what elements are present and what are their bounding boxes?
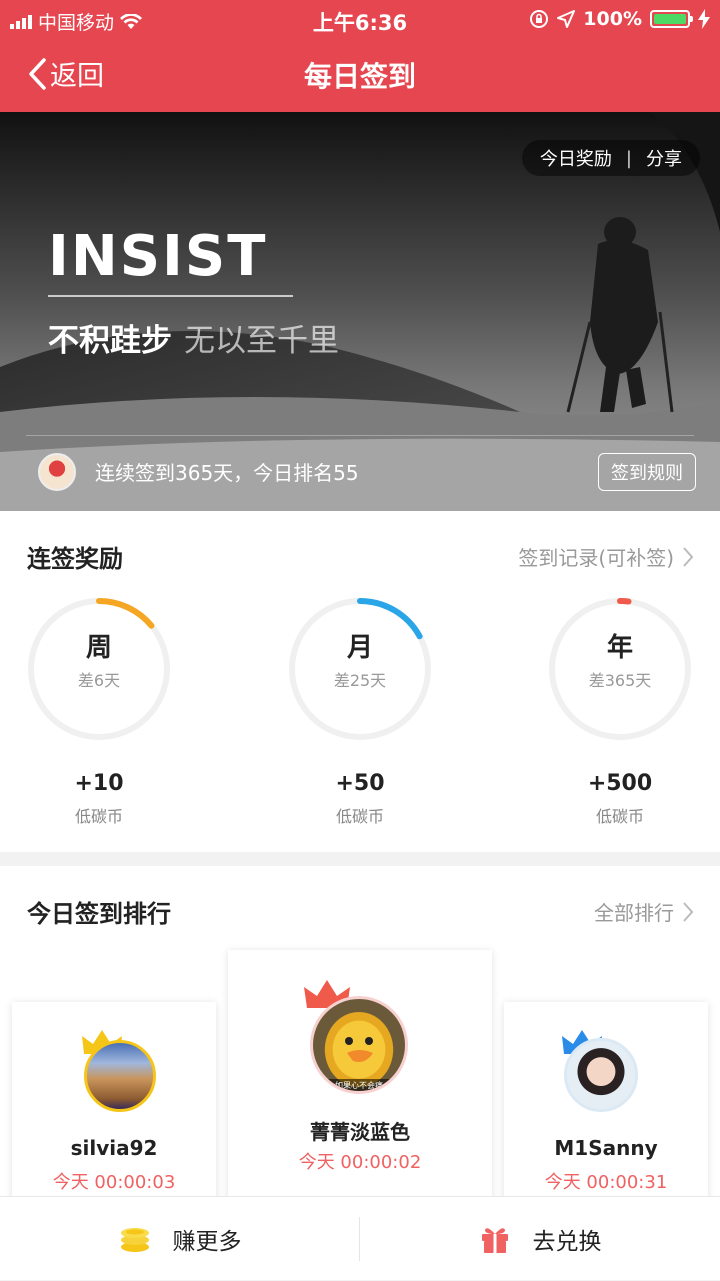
section-title-rewards: 连签奖励 [27, 545, 123, 573]
ring-period: 周 [85, 633, 112, 663]
reward-unit-week: 低碳币 [74, 807, 123, 826]
ring-remaining: 差25天 [333, 671, 387, 690]
chevron-right-icon [683, 546, 694, 567]
streak-rewards-card: 连签奖励 签到记录(可补签) 周 差6天 +10 低碳币 月 差25天 +50 … [0, 511, 720, 852]
rank-user-name: 菁菁淡蓝色 [310, 1120, 410, 1144]
rank-card-second[interactable]: silvia92 今天 00:00:03 [12, 1002, 216, 1202]
banner-headline: INSIST [48, 224, 268, 289]
coins-icon [120, 1228, 149, 1252]
avatar[interactable] [38, 453, 76, 491]
avatar-duck-illustration: 如果心不会痛 [313, 1037, 405, 1091]
reward-unit-year: 低碳币 [595, 807, 644, 826]
avatar-caption: 如果心不会痛 [335, 1080, 383, 1090]
daily-ranking-card: 今日签到排行 全部排行 silvia92 今天 00:00:03 M1Sanny… [0, 866, 720, 1202]
reward-amount-month: +50 [335, 771, 385, 796]
reward-ring-month[interactable]: 月 差25天 [286, 595, 434, 743]
rank-checkin-time: 今天 00:00:02 [298, 1152, 422, 1173]
rank-card-third[interactable]: M1Sanny 今天 00:00:31 [504, 1002, 708, 1202]
reward-amount-year: +500 [587, 771, 653, 796]
ring-period: 年 [606, 633, 633, 663]
avatar: 如果心不会痛 [310, 996, 408, 1094]
reward-unit-month: 低碳币 [335, 807, 384, 826]
rank-card-first[interactable]: 如果心不会痛 菁菁淡蓝色 今天 00:00:02 [228, 950, 492, 1202]
today-reward-link[interactable]: 今日奖励 [540, 145, 612, 171]
chevron-right-icon [683, 901, 694, 922]
page-title: 每日签到 [303, 60, 416, 93]
rank-user-name: M1Sanny [554, 1136, 658, 1160]
checkin-record-label: 签到记录(可补签) [518, 546, 674, 570]
checkin-record-link[interactable]: 签到记录(可补签) [518, 542, 694, 571]
nav-bar: 返回 每日签到 [0, 40, 720, 112]
rotation-lock-icon [530, 10, 549, 28]
motto-part-2: 无以至千里 [184, 323, 339, 359]
status-bar: 中国移动 上午6:36 100% [0, 0, 720, 40]
battery-percent: 100% [583, 8, 642, 30]
battery-icon [650, 10, 693, 28]
hero-banner: 今日奖励 | 分享 INSIST 不积跬步 无以至千里 连续签到365天，今日排名… [0, 112, 720, 511]
redeem-button[interactable]: 去兑换 [360, 1197, 720, 1281]
redeem-label: 去兑换 [532, 1229, 602, 1255]
headline-underline [48, 295, 293, 297]
reward-ring-year[interactable]: 年 差365天 [546, 595, 694, 743]
streak-summary: 连续签到365天，今日排名55 [95, 461, 359, 485]
banner-divider [26, 435, 694, 436]
bottom-action-bar: 赚更多 去兑换 [0, 1196, 720, 1280]
charging-icon [698, 9, 710, 29]
rules-button[interactable]: 签到规则 [598, 453, 696, 491]
location-icon [557, 10, 576, 28]
status-right: 100% [529, 8, 710, 30]
rank-user-name: silvia92 [70, 1136, 158, 1160]
banner-actions: 今日奖励 | 分享 [521, 140, 700, 176]
all-rankings-link[interactable]: 全部排行 [594, 897, 694, 926]
reward-ring-week[interactable]: 周 差6天 [25, 595, 173, 743]
pill-divider: | [625, 147, 632, 169]
all-rankings-label: 全部排行 [594, 901, 674, 925]
motto-part-1: 不积跬步 [48, 323, 172, 359]
reward-amount-week: +10 [74, 771, 124, 796]
rank-checkin-time: 今天 00:00:31 [544, 1172, 668, 1193]
banner-motto: 不积跬步 无以至千里 [48, 315, 339, 360]
share-link[interactable]: 分享 [646, 145, 682, 171]
rank-checkin-time: 今天 00:00:03 [52, 1172, 176, 1193]
ring-remaining: 差365天 [588, 671, 652, 690]
gift-icon [481, 1228, 508, 1253]
earn-more-label: 赚更多 [172, 1229, 242, 1255]
avatar [564, 1038, 638, 1112]
earn-more-button[interactable]: 赚更多 [0, 1197, 360, 1281]
section-title-ranking: 今日签到排行 [27, 900, 171, 928]
avatar [84, 1040, 156, 1112]
ring-period: 月 [346, 633, 373, 663]
ring-remaining: 差6天 [77, 671, 121, 690]
